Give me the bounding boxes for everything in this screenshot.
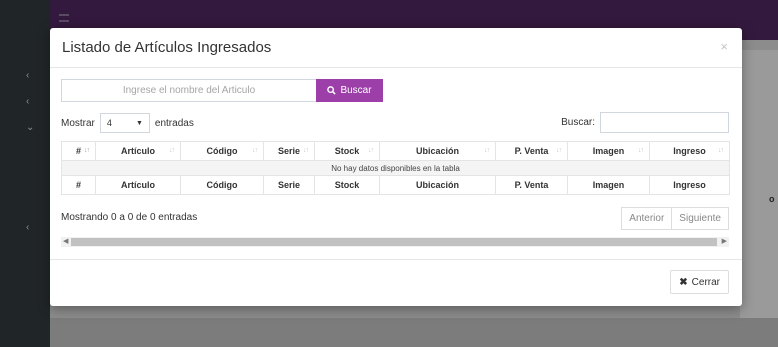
articles-modal: Listado de Artículos Ingresados × Buscar…	[50, 28, 742, 306]
table-info: Mostrando 0 a 0 de 0 entradas	[61, 212, 198, 223]
close-icon[interactable]: ×	[720, 39, 728, 54]
modal-header: Listado de Artículos Ingresados ×	[50, 28, 742, 68]
menu-icon[interactable]	[59, 14, 69, 22]
page-length: Mostrar 4 ▼ entradas	[61, 113, 194, 133]
modal-title: Listado de Artículos Ingresados	[62, 39, 272, 56]
page-length-suffix: entradas	[154, 117, 194, 129]
previous-page-button[interactable]: Anterior	[621, 207, 673, 230]
col-header-ubicacion[interactable]: Ubicación ↓↑	[379, 141, 496, 161]
close-icon: ✖	[679, 276, 688, 288]
page-length-select[interactable]: 4 ▼	[99, 113, 150, 133]
chevron-left-icon: ‹	[26, 222, 30, 233]
close-button-label: Cerrar	[691, 276, 720, 288]
horizontal-scrollbar[interactable]: ◀ ▶	[61, 237, 729, 247]
table-row: No hay datos disponibles en la tabla	[61, 160, 730, 176]
background-panel-text: o	[769, 194, 775, 204]
col-header-ingreso[interactable]: Ingreso ↓↑	[649, 141, 730, 161]
col-header-serie[interactable]: Serie ↓↑	[263, 141, 315, 161]
chevron-left-icon: ‹	[26, 96, 30, 107]
search-icon	[327, 86, 337, 95]
col-header-precio-venta[interactable]: P. Venta ↓↑	[495, 141, 568, 161]
search-input[interactable]	[61, 79, 316, 102]
app-bottom	[50, 318, 778, 347]
page-length-value: 4	[106, 118, 112, 128]
col-header-articulo[interactable]: Artículo ↓↑	[95, 141, 181, 161]
filter-label: Buscar:	[561, 117, 595, 128]
search-group: Buscar	[61, 79, 383, 102]
col-footer-stock: Stock	[314, 175, 380, 195]
search-button-label: Buscar	[340, 85, 372, 96]
col-header-imagen[interactable]: Imagen ↓↑	[567, 141, 650, 161]
col-header-stock[interactable]: Stock ↓↑	[314, 141, 380, 161]
scroll-left-icon[interactable]: ◀	[63, 237, 68, 247]
caret-down-icon: ▼	[135, 119, 143, 127]
col-header-codigo[interactable]: Código ↓↑	[180, 141, 264, 161]
col-footer-articulo: Artículo	[95, 175, 181, 195]
articles-table: # ↓↑ Artículo ↓↑ Código ↓↑ Serie ↓↑ Stock ↓↑ …	[61, 141, 730, 195]
filter-input[interactable]	[600, 112, 729, 133]
table-filter: Buscar:	[561, 112, 729, 133]
app-sidebar: ‹ ‹ ⌄ ‹	[0, 0, 50, 347]
chevron-left-icon: ‹	[26, 70, 30, 81]
background-panel	[740, 50, 778, 320]
scrollbar-thumb[interactable]	[71, 238, 717, 246]
col-footer-number: #	[61, 175, 96, 195]
close-button[interactable]: ✖ Cerrar	[670, 270, 729, 294]
pagination: Anterior Siguiente	[621, 207, 729, 230]
next-page-button[interactable]: Siguiente	[672, 207, 729, 230]
col-footer-serie: Serie	[263, 175, 315, 195]
search-button[interactable]: Buscar	[316, 79, 383, 102]
col-footer-ingreso: Ingreso	[649, 175, 730, 195]
modal-footer: ✖ Cerrar	[50, 259, 742, 306]
table-footer-row: # Artículo Código Serie Stock Ubicación …	[61, 175, 730, 195]
col-footer-precio-venta: P. Venta	[495, 175, 568, 195]
page-length-prefix: Mostrar	[61, 117, 95, 129]
col-header-number[interactable]: # ↓↑	[61, 141, 96, 161]
col-footer-imagen: Imagen	[567, 175, 650, 195]
chevron-down-icon: ⌄	[26, 122, 35, 133]
col-footer-codigo: Código	[180, 175, 264, 195]
empty-table-message: No hay datos disponibles en la tabla	[61, 160, 730, 176]
col-footer-ubicacion: Ubicación	[379, 175, 496, 195]
scroll-right-icon[interactable]: ▶	[722, 237, 727, 247]
